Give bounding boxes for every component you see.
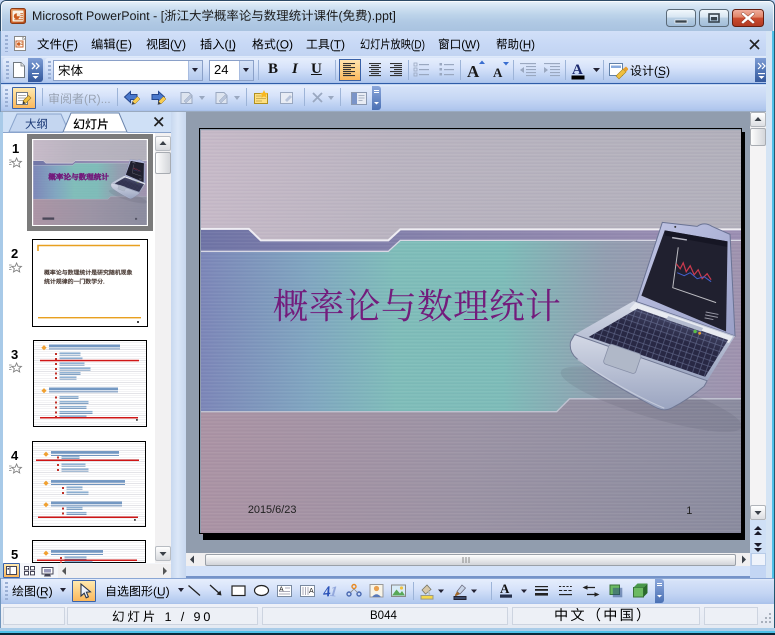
svg-text:A: A xyxy=(309,588,314,595)
svg-text:A: A xyxy=(467,62,480,81)
svg-text:A: A xyxy=(279,587,284,594)
svg-text:A: A xyxy=(493,65,503,80)
svg-text:1: 1 xyxy=(329,584,338,599)
svg-text:A: A xyxy=(500,581,510,596)
